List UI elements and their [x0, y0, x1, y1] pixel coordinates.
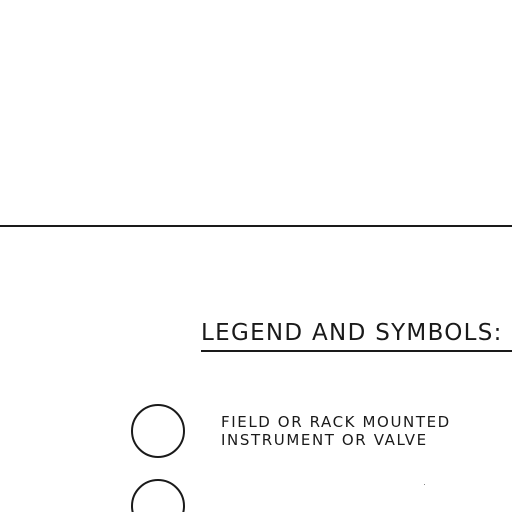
field-instrument-circle-icon: [131, 404, 185, 458]
drawing-speck: [424, 484, 425, 485]
field-instrument-description-line-2: INSTRUMENT OR VALVE: [221, 431, 428, 449]
second-symbol-circle-icon: [131, 479, 185, 512]
legend-title: LEGEND AND SYMBOLS:: [201, 320, 503, 346]
field-instrument-description: FIELD OR RACK MOUNTED INSTRUMENT OR VALV…: [221, 413, 451, 449]
legend-title-underline: [201, 350, 512, 352]
field-instrument-description-line-1: FIELD OR RACK MOUNTED: [221, 413, 451, 431]
section-divider-line: [0, 225, 512, 227]
drawing-sheet: LEGEND AND SYMBOLS: FIELD OR RACK MOUNTE…: [0, 0, 512, 512]
